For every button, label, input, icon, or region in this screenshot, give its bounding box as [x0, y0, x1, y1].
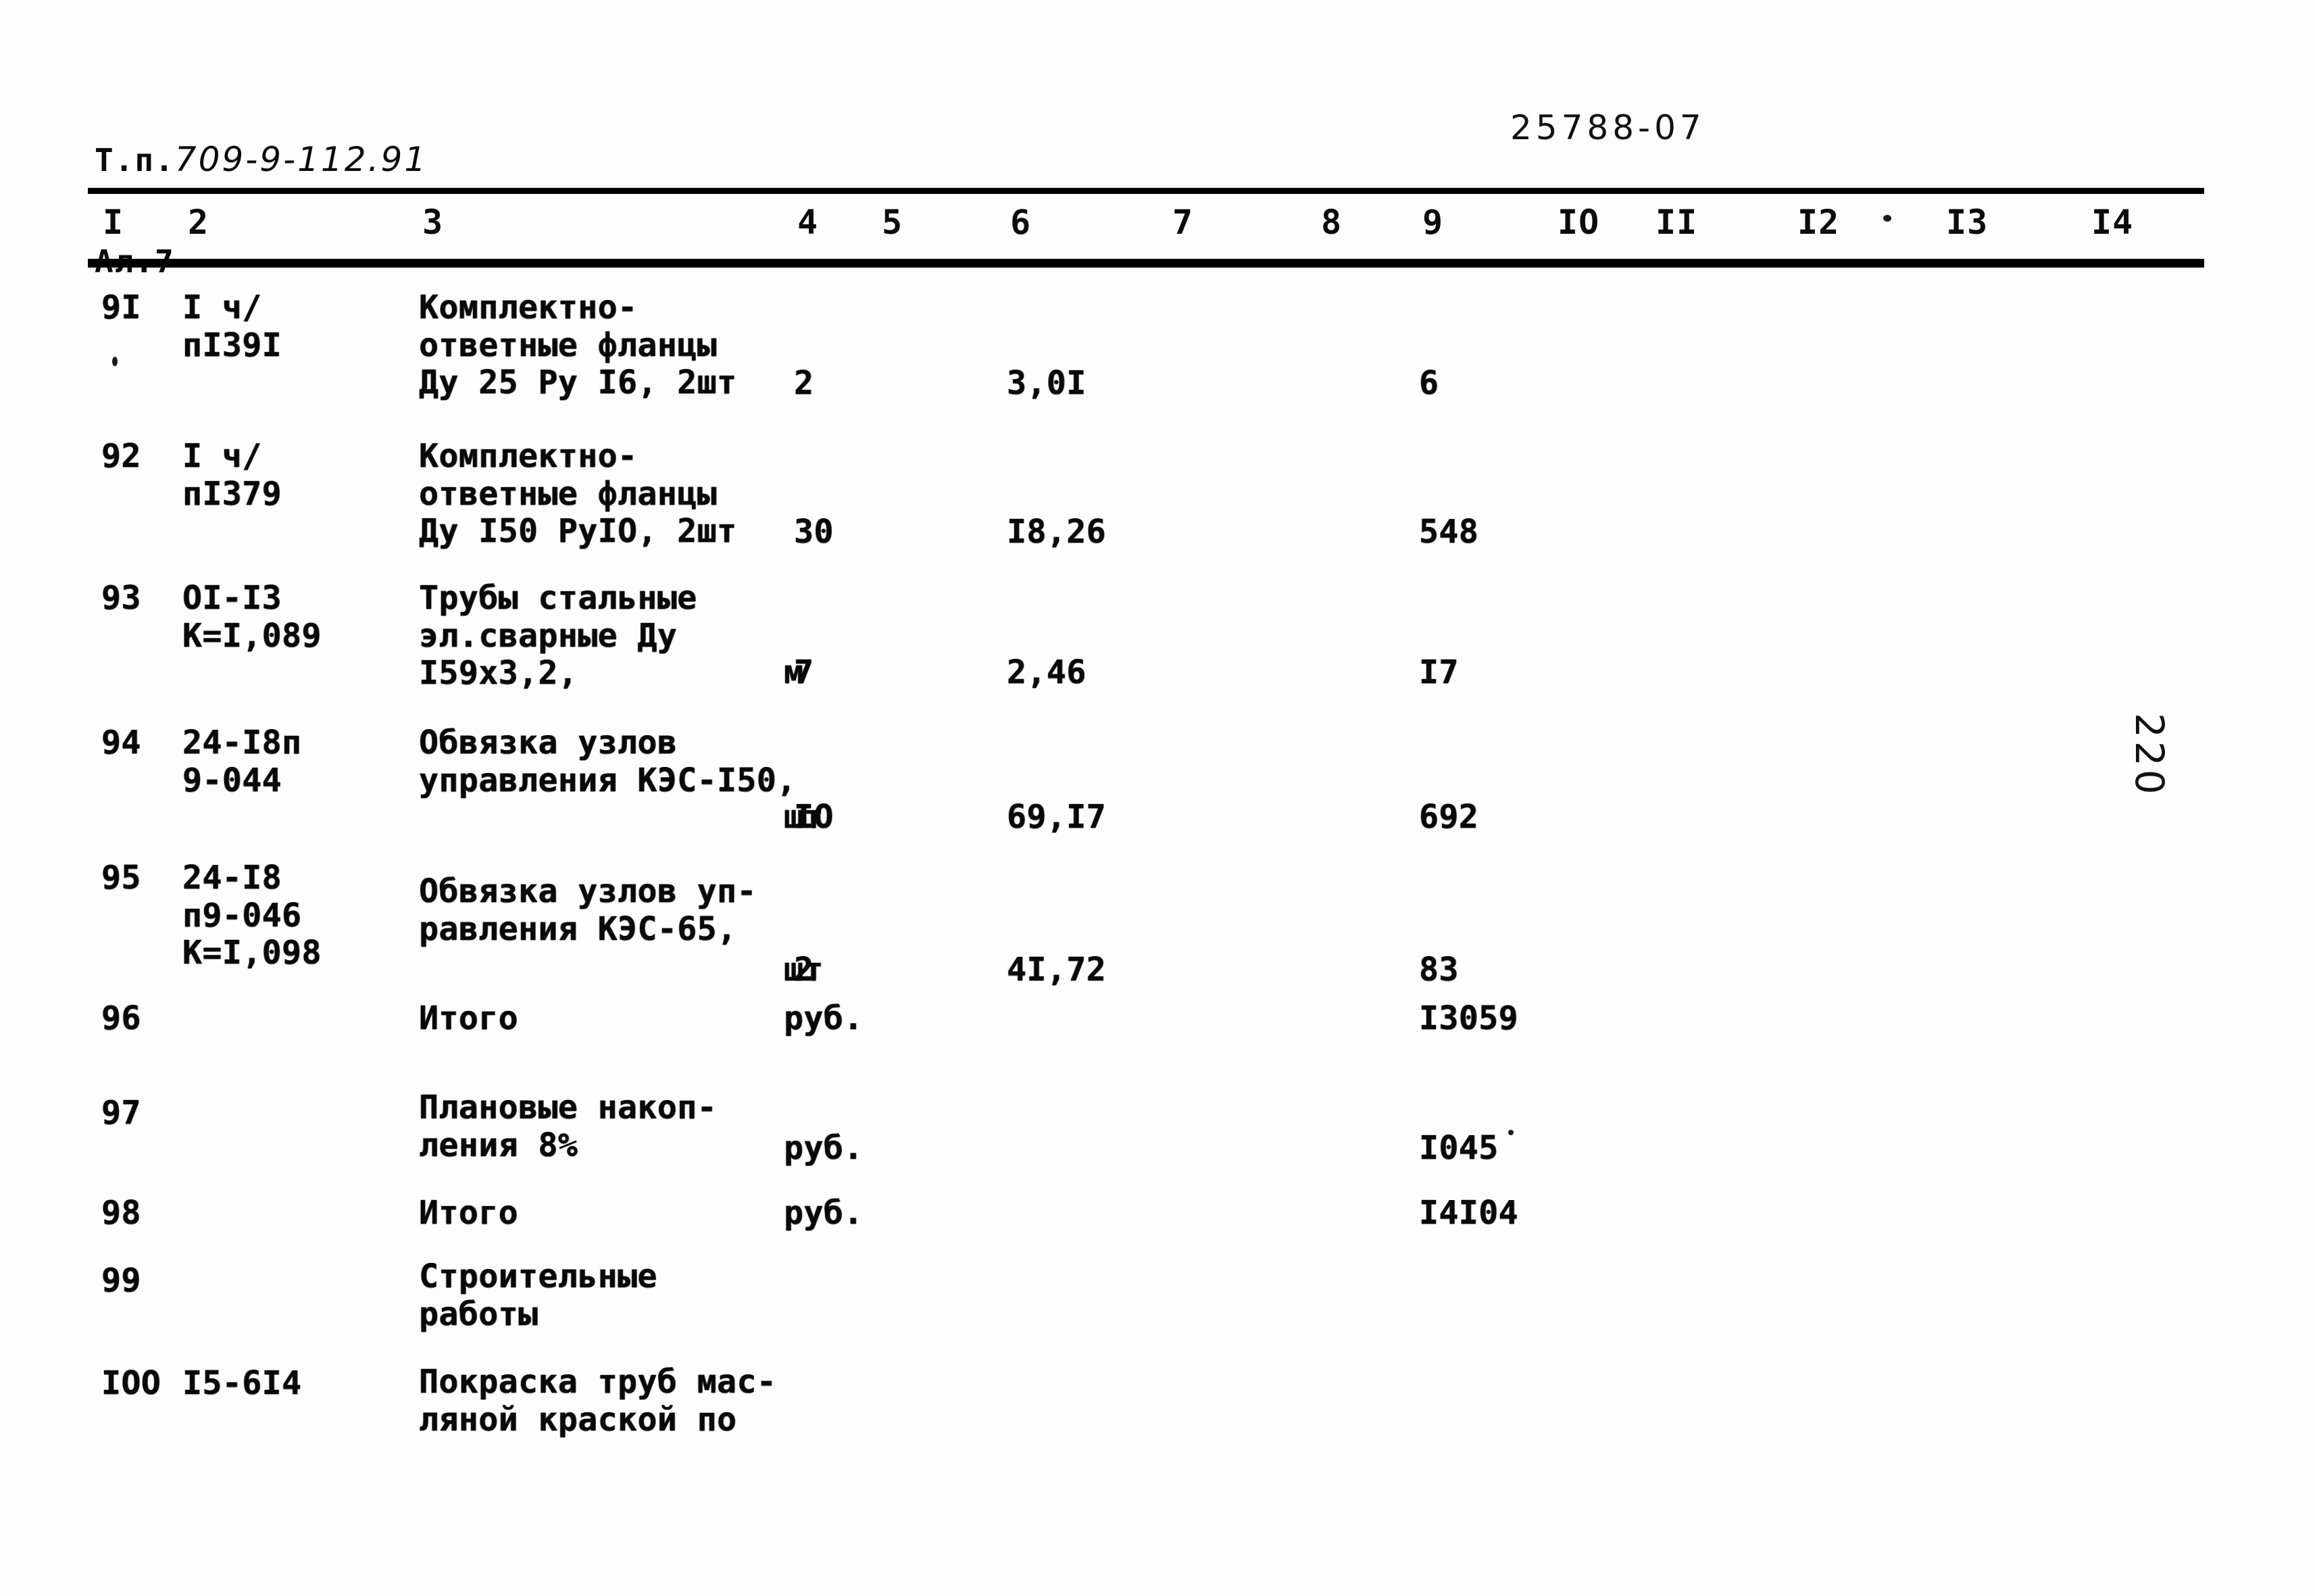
row-number: 97 [101, 1094, 141, 1132]
row-description: Комплектно- ответные фланцы Ду I50 РуIO,… [419, 437, 737, 551]
scan-speck [112, 357, 118, 366]
row-quantity: 2 [794, 951, 814, 989]
row-quantity: IO [794, 798, 834, 836]
column-header-10: IO [1558, 203, 1600, 242]
column-header-2: 2 [188, 203, 209, 242]
row-total: 6 [1419, 364, 1439, 402]
row-description: Комплектно- ответные фланцы Ду 25 Ру I6,… [419, 289, 737, 402]
row-code: 24-I8п 9-044 [182, 724, 302, 799]
row-description: Плановые накоп- ления 8% [419, 1089, 717, 1164]
row-number: IOO [101, 1364, 161, 1402]
row-quantity: 30 [794, 513, 834, 551]
row-number: 96 [101, 999, 141, 1037]
row-total: 548 [1419, 513, 1479, 551]
column-header-11: II [1656, 203, 1698, 242]
row-total: I7 [1419, 653, 1459, 691]
row-unit: руб. [784, 1129, 864, 1167]
row-description: Обвязка узлов уп- равления КЭС-65, [419, 872, 757, 948]
row-number: 9I [101, 289, 141, 326]
row-description: Обвязка узлов управления КЭС-I50, [419, 724, 797, 799]
page-number: 220 [2126, 713, 2172, 798]
row-unit-price: 3,0I [1007, 364, 1087, 402]
row-description: Итого [419, 999, 518, 1037]
row-total: I4I04 [1419, 1194, 1518, 1232]
row-unit-price: I8,26 [1007, 513, 1106, 551]
scan-speck [1883, 215, 1891, 222]
series-code: 709-9-112.91 [174, 140, 428, 180]
scan-speck [1508, 1130, 1514, 1135]
row-description: Строительные работы [419, 1257, 657, 1333]
row-quantity: 7 [794, 653, 814, 691]
row-number: 93 [101, 579, 141, 617]
row-code: I5-6I4 [182, 1364, 302, 1402]
row-number: 99 [101, 1262, 141, 1299]
column-header-4: 4 [797, 203, 819, 242]
column-header-5: 5 [882, 203, 903, 242]
column-header-12: I2 [1797, 203, 1840, 242]
row-code: OI-I3 К=I,089 [182, 579, 322, 655]
row-number: 95 [101, 859, 141, 897]
column-header-9: 9 [1422, 203, 1444, 242]
document-number: 25788-07 [1510, 108, 1706, 147]
column-header-14: I4 [2091, 203, 2134, 242]
row-total: I045 [1419, 1129, 1499, 1167]
table-rule-top [88, 188, 2204, 194]
row-unit: руб. [784, 1194, 864, 1232]
column-header-7: 7 [1172, 203, 1194, 242]
column-header-3: 3 [422, 203, 444, 242]
row-code: I ч/ пI39I [182, 289, 282, 364]
row-code: 24-I8 п9-046 К=I,098 [182, 859, 322, 972]
row-total: I3059 [1419, 999, 1518, 1037]
row-number: 98 [101, 1194, 141, 1232]
column-header-6: 6 [1010, 203, 1032, 242]
column-header-1: I [103, 203, 124, 242]
series-line: Т.п.709-9-112.91 [95, 141, 428, 178]
row-description: Трубы стальные эл.сварные Ду I59х3,2, [419, 579, 697, 693]
column-header-8: 8 [1321, 203, 1343, 242]
row-number: 92 [101, 437, 141, 475]
row-number: 94 [101, 724, 141, 762]
row-quantity: 2 [794, 364, 814, 402]
row-unit-price: 4I,72 [1007, 951, 1106, 989]
row-code: I ч/ пI379 [182, 437, 282, 513]
series-label: Т.п. [95, 142, 175, 179]
row-unit: руб. [784, 999, 864, 1037]
row-unit-price: 2,46 [1007, 653, 1087, 691]
row-description: Итого [419, 1194, 518, 1232]
row-total: 692 [1419, 798, 1479, 836]
table-rule-bottom [88, 259, 2204, 268]
column-header-13: I3 [1946, 203, 1989, 242]
row-total: 83 [1419, 951, 1459, 989]
scanned-page: Т.п.709-9-112.91 Ал.7 25788-07 I 2 3 4 5… [0, 0, 2315, 1596]
row-description: Покраска труб мас- ляной краской по [419, 1363, 777, 1439]
row-unit-price: 69,I7 [1007, 798, 1106, 836]
